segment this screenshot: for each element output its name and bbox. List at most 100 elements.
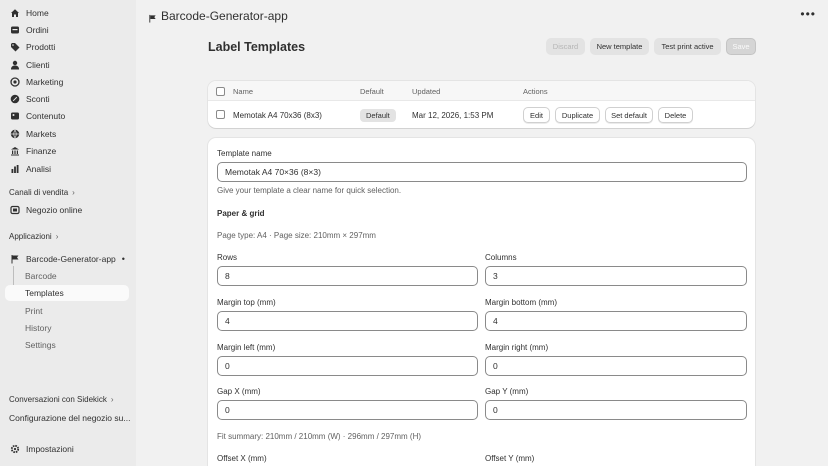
- select-all-checkbox[interactable]: [216, 87, 225, 96]
- chevron-right-icon: ›: [110, 395, 114, 404]
- subitem-label: History: [25, 323, 52, 333]
- margin-left-label: Margin left (mm): [217, 343, 276, 352]
- offset-x-label: Offset X (mm): [217, 454, 267, 463]
- template-name-input[interactable]: Memotak A4 70×36 (8×3): [217, 162, 747, 182]
- sidebar-item-label: Negozio online: [26, 205, 83, 215]
- default-badge: Default: [360, 109, 396, 122]
- globe-icon: [10, 129, 20, 139]
- orders-icon: [10, 25, 20, 35]
- page-title: Label Templates: [208, 40, 306, 54]
- sidekick-label: Conversazioni con Sidekick: [9, 395, 107, 404]
- sidebar-item-analisi[interactable]: Analisi: [5, 161, 129, 177]
- pin-dot-icon: •: [121, 254, 125, 264]
- fit-summary: Fit summary: 210mm / 210mm (W) · 296mm /…: [217, 432, 422, 441]
- new-template-button[interactable]: New template: [590, 38, 649, 55]
- page-info: Page type: A4 · Page size: 210mm × 297mm: [217, 231, 376, 240]
- offset-y-label: Offset Y (mm): [485, 454, 535, 463]
- gear-icon: [10, 444, 20, 454]
- paper-grid-heading: Paper & grid: [217, 209, 265, 218]
- sidebar-item-barcode-app[interactable]: Barcode-Generator-app •: [5, 251, 129, 267]
- sidebar-item-label: Impostazioni: [26, 444, 74, 454]
- sidebar-subitem-barcode[interactable]: Barcode: [5, 268, 129, 284]
- apps-header[interactable]: Applicazioni ›: [9, 232, 58, 241]
- chevron-right-icon: ›: [72, 188, 75, 197]
- subitem-label: Settings: [25, 340, 56, 350]
- sidebar-subitem-templates[interactable]: Templates: [5, 285, 129, 301]
- test-print-button[interactable]: Test print active: [654, 38, 721, 55]
- col-header-updated: Updated: [412, 87, 441, 96]
- row-checkbox[interactable]: [216, 110, 225, 119]
- sidebar-item-home[interactable]: Home: [5, 5, 129, 21]
- more-actions-icon[interactable]: •••: [800, 7, 816, 21]
- margin-top-input[interactable]: 4: [217, 311, 478, 331]
- content-icon: [10, 111, 20, 121]
- sidekick-header[interactable]: Conversazioni con Sidekick ›: [9, 395, 114, 404]
- subitem-label: Templates: [25, 288, 64, 298]
- updated-cell: Mar 12, 2026, 1:53 PM: [412, 111, 494, 120]
- sidebar-item-online-store[interactable]: Negozio online: [5, 202, 129, 218]
- tag-icon: [10, 42, 20, 52]
- sidebar-item-label: Sconti: [26, 94, 50, 104]
- sidebar-item-sconti[interactable]: Sconti: [5, 91, 129, 107]
- app-header: Barcode-Generator-app: [148, 9, 288, 23]
- columns-label: Columns: [485, 253, 517, 262]
- columns-input[interactable]: 3: [485, 266, 747, 286]
- duplicate-button[interactable]: Duplicate: [555, 107, 600, 123]
- sidebar-subitem-history[interactable]: History: [5, 320, 129, 336]
- set-default-button[interactable]: Set default: [605, 107, 653, 123]
- sidebar-item-label: Prodotti: [26, 42, 56, 52]
- bank-icon: [10, 146, 20, 156]
- sidebar-item-ordini[interactable]: Ordini: [5, 22, 129, 38]
- templates-table: Name Default Updated Actions Memotak A4 …: [208, 81, 755, 128]
- sidebar: Home Ordini Prodotti Clienti Marketing S…: [0, 0, 136, 466]
- target-icon: [10, 77, 20, 87]
- sidebar-item-label: Ordini: [26, 25, 49, 35]
- sales-channels-header[interactable]: Canali di vendita ›: [9, 188, 75, 197]
- col-header-name: Name: [233, 87, 254, 96]
- sidebar-item-label: Analisi: [26, 164, 52, 174]
- sidebar-subitem-settings[interactable]: Settings: [5, 337, 129, 353]
- margin-left-input[interactable]: 0: [217, 356, 478, 376]
- sidebar-item-finanze[interactable]: Finanze: [5, 143, 129, 159]
- margin-right-input[interactable]: 0: [485, 356, 747, 376]
- sidebar-subitem-print[interactable]: Print: [5, 303, 129, 319]
- template-name-cell[interactable]: Memotak A4 70x36 (8x3): [233, 111, 322, 120]
- template-form: Template name Memotak A4 70×36 (8×3) Giv…: [208, 138, 755, 466]
- chart-icon: [10, 164, 20, 174]
- sidebar-item-marketing[interactable]: Marketing: [5, 74, 129, 90]
- store-icon: [10, 205, 20, 215]
- template-name-label: Template name: [217, 149, 272, 158]
- subitem-label: Barcode: [25, 271, 57, 281]
- gap-y-input[interactable]: 0: [485, 400, 747, 420]
- sidebar-item-label: Home: [26, 8, 49, 18]
- margin-top-label: Margin top (mm): [217, 298, 276, 307]
- apps-label: Applicazioni: [9, 232, 52, 241]
- table-header: [208, 81, 755, 101]
- gap-y-label: Gap Y (mm): [485, 387, 529, 396]
- sidebar-item-label: Markets: [26, 129, 57, 139]
- margin-bottom-input[interactable]: 4: [485, 311, 747, 331]
- save-button[interactable]: Save: [726, 38, 756, 55]
- margin-bottom-label: Margin bottom (mm): [485, 298, 558, 307]
- sidebar-item-label: Clienti: [26, 60, 50, 70]
- app-title: Barcode-Generator-app: [161, 9, 288, 23]
- store-config-link[interactable]: Configurazione del negozio su...: [9, 413, 130, 423]
- sidebar-item-label: Marketing: [26, 77, 64, 87]
- rows-input[interactable]: 8: [217, 266, 478, 286]
- discard-button[interactable]: Discard: [546, 38, 585, 55]
- gap-x-input[interactable]: 0: [217, 400, 478, 420]
- delete-button[interactable]: Delete: [658, 107, 693, 123]
- flag-icon: [10, 254, 20, 264]
- col-header-actions: Actions: [523, 87, 548, 96]
- sidebar-item-label: Finanze: [26, 146, 57, 156]
- person-icon: [10, 60, 20, 70]
- store-config-label: Configurazione del negozio su...: [9, 413, 131, 423]
- edit-button[interactable]: Edit: [523, 107, 550, 123]
- sidebar-item-settings[interactable]: Impostazioni: [5, 441, 129, 457]
- sidebar-item-clienti[interactable]: Clienti: [5, 57, 129, 73]
- sidebar-item-prodotti[interactable]: Prodotti: [5, 39, 129, 55]
- main-content: Barcode-Generator-app ••• Label Template…: [136, 0, 828, 466]
- gap-x-label: Gap X (mm): [217, 387, 261, 396]
- sidebar-item-contenuto[interactable]: Contenuto: [5, 108, 129, 124]
- sidebar-item-markets[interactable]: Markets: [5, 126, 129, 142]
